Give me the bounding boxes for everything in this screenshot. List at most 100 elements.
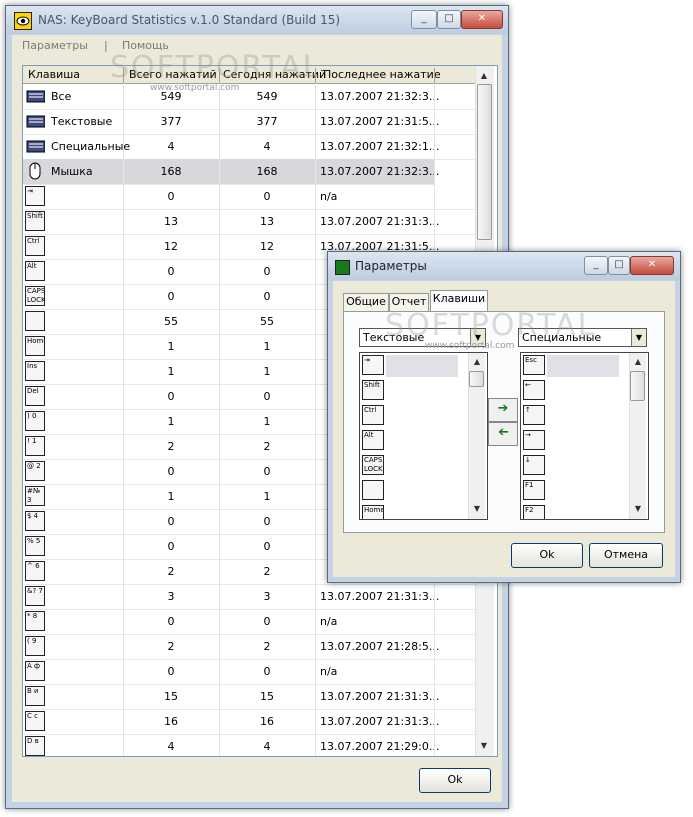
today-presses: 0 [263, 465, 271, 478]
key-name: Текстовые [51, 115, 113, 128]
left-list-scrollbar[interactable]: ▲ ▼ [468, 353, 485, 519]
key-list-item[interactable]: Alt [362, 430, 384, 450]
key-cap-icon: Del [25, 386, 45, 406]
key-list-item[interactable]: Esc [523, 355, 545, 375]
key-list-item[interactable]: ↑ [523, 405, 545, 425]
key-list-item[interactable]: F1 [523, 480, 545, 500]
today-presses: 0 [263, 515, 271, 528]
today-presses: 168 [256, 165, 278, 178]
left-key-list[interactable]: ⇥ Shift Ctrl Alt CAPS LOCK Home ▲ ▼ [359, 352, 488, 520]
tab-general[interactable]: Общие [343, 293, 389, 311]
key-list-item[interactable]: ← [523, 380, 545, 400]
main-titlebar[interactable]: NAS: KeyBoard Statistics v.1.0 Standard … [6, 6, 508, 34]
maximize-button[interactable]: □ [437, 10, 461, 29]
table-row[interactable]: ⇥ 0 0 n/a [23, 184, 493, 210]
key-cap-icon: CAPS LOCK [25, 286, 45, 306]
table-row[interactable]: Все 549 549 13.07.2007 21:32:3... [23, 84, 493, 110]
today-presses: 2 [263, 440, 271, 453]
column-header-last[interactable]: Последнее нажатие [323, 68, 441, 81]
tab-keys[interactable]: Клавиши [430, 290, 488, 311]
today-presses: 0 [263, 390, 271, 403]
key-list-item[interactable]: ⇥ [362, 355, 384, 375]
scroll-down-arrow-icon[interactable]: ▼ [469, 501, 485, 517]
dialog-close-button[interactable]: ✕ [630, 256, 674, 275]
menu-item-parameters[interactable]: Параметры [22, 39, 88, 52]
key-list-item[interactable] [362, 480, 384, 500]
scroll-thumb[interactable] [630, 371, 645, 401]
table-row[interactable]: Shift 13 13 13.07.2007 21:31:3... [23, 209, 493, 235]
key-cap-icon: Ins [25, 361, 45, 381]
key-cap-icon: @ 2 [25, 461, 45, 481]
total-presses: 168 [160, 165, 182, 178]
total-presses: 0 [167, 265, 175, 278]
key-cap-icon: Home [25, 336, 45, 356]
total-presses: 0 [167, 190, 175, 203]
total-presses: 3 [167, 590, 175, 603]
dialog-watermark-url: www.softportal.com [425, 341, 515, 351]
dialog-titlebar[interactable]: Параметры _ □ ✕ [328, 252, 680, 280]
key-list-item[interactable]: F2 [523, 505, 545, 519]
today-presses: 0 [263, 665, 271, 678]
today-presses: 13 [260, 215, 274, 228]
table-row[interactable]: &? 7 3 3 13.07.2007 21:31:3... [23, 584, 493, 610]
mouse-icon [25, 161, 45, 181]
last-pressed: n/a [320, 190, 338, 203]
scroll-up-arrow-icon[interactable]: ▲ [630, 354, 646, 370]
total-presses: 13 [164, 215, 178, 228]
column-header-key[interactable]: Клавиша [28, 68, 80, 81]
scroll-thumb[interactable] [469, 371, 484, 387]
arrow-right-icon[interactable]: ➔ [488, 398, 518, 422]
scroll-thumb[interactable] [477, 84, 492, 240]
key-name: Мышка [51, 165, 93, 178]
table-row[interactable]: A ф 0 0 n/a [23, 659, 493, 685]
dialog-cancel-button[interactable]: Отмена [589, 543, 663, 568]
today-presses: 16 [260, 715, 274, 728]
minimize-button[interactable]: _ [411, 10, 437, 29]
key-list-item[interactable]: → [523, 430, 545, 450]
table-row[interactable]: C с 16 16 13.07.2007 21:31:3... [23, 709, 493, 735]
table-row[interactable]: B и 15 15 13.07.2007 21:31:3... [23, 684, 493, 710]
right-list-scrollbar[interactable]: ▲ ▼ [629, 353, 646, 519]
today-presses: 0 [263, 265, 271, 278]
key-cap-icon: ⇥ [25, 186, 45, 206]
key-list-item[interactable]: ↓ [523, 455, 545, 475]
scroll-down-arrow-icon[interactable]: ▼ [630, 501, 646, 517]
arrow-left-icon[interactable]: ➔ [488, 422, 518, 446]
table-row[interactable]: * 8 0 0 n/a [23, 609, 493, 635]
main-ok-button[interactable]: Ok [419, 768, 491, 793]
main-window-title: NAS: KeyBoard Statistics v.1.0 Standard … [38, 13, 341, 27]
key-name: Все [51, 90, 72, 103]
total-presses: 15 [164, 690, 178, 703]
today-presses: 1 [263, 340, 271, 353]
dialog-title: Параметры [355, 259, 427, 273]
dialog-maximize-button[interactable]: □ [608, 256, 630, 275]
scroll-up-arrow-icon[interactable]: ▲ [476, 68, 492, 84]
key-list-item[interactable]: Ctrl [362, 405, 384, 425]
right-key-list[interactable]: Esc ← ↑ → ↓ F1 F2 ▲ ▼ [520, 352, 649, 520]
key-list-item[interactable]: Home [362, 505, 384, 519]
key-cap-icon: D в [25, 736, 45, 756]
last-pressed: 13.07.2007 21:29:0... [320, 740, 440, 753]
scroll-down-arrow-icon[interactable]: ▼ [476, 738, 492, 754]
eye-icon [14, 12, 32, 30]
today-presses: 4 [263, 740, 271, 753]
table-row[interactable]: D в 4 4 13.07.2007 21:29:0... [23, 734, 493, 756]
table-row[interactable]: Специальные 4 4 13.07.2007 21:32:1... [23, 134, 493, 160]
table-row[interactable]: ( 9 2 2 13.07.2007 21:28:5... [23, 634, 493, 660]
key-list-item[interactable]: Shift [362, 380, 384, 400]
scroll-up-arrow-icon[interactable]: ▲ [469, 354, 485, 370]
last-pressed: 13.07.2007 21:31:5... [320, 115, 440, 128]
dialog-minimize-button[interactable]: _ [584, 256, 608, 275]
total-presses: 0 [167, 465, 175, 478]
table-row[interactable]: Текстовые 377 377 13.07.2007 21:31:5... [23, 109, 493, 135]
today-presses: 4 [263, 140, 271, 153]
close-button[interactable]: ✕ [461, 10, 503, 29]
chevron-down-icon[interactable]: ▼ [631, 329, 646, 346]
table-row[interactable]: Мышка 168 168 13.07.2007 21:32:3... [23, 159, 439, 185]
today-presses: 0 [263, 615, 271, 628]
total-presses: 0 [167, 665, 175, 678]
dialog-ok-button[interactable]: Ok [511, 543, 583, 568]
total-presses: 2 [167, 565, 175, 578]
key-list-item[interactable]: CAPS LOCK [362, 455, 384, 475]
key-cap-icon: Ctrl [25, 236, 45, 256]
